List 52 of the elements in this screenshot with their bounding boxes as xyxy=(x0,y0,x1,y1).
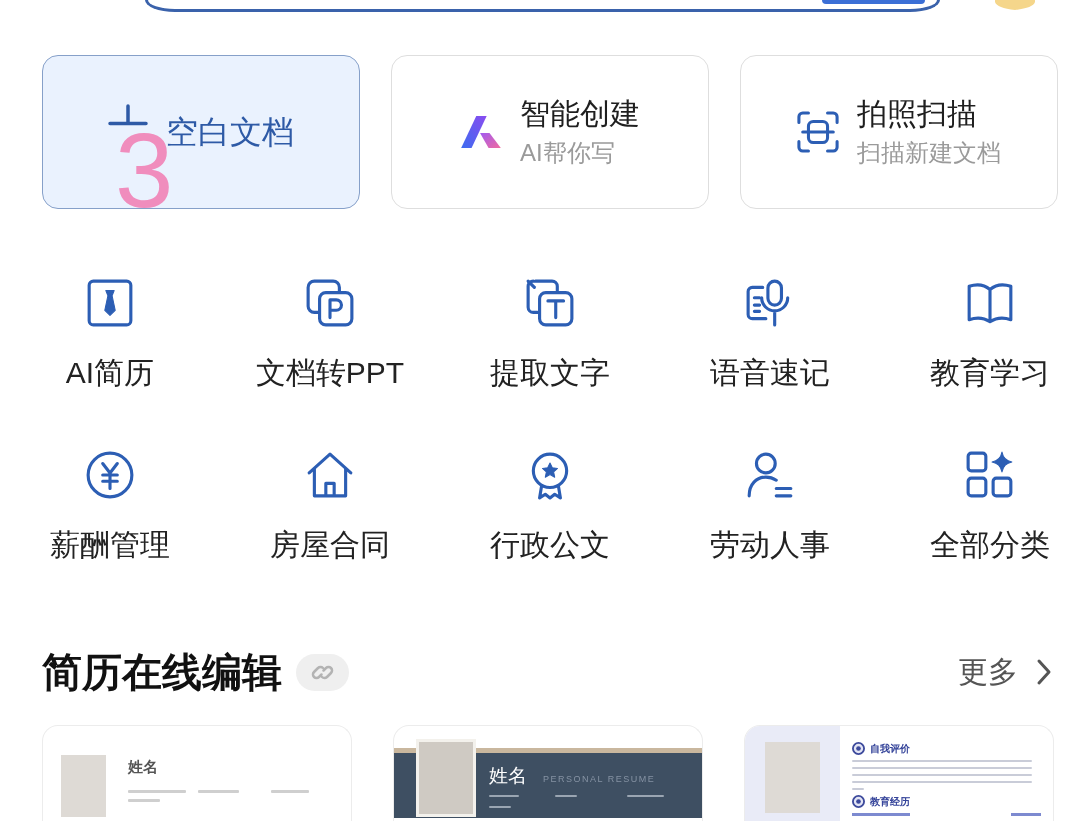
link-icon[interactable] xyxy=(296,653,349,691)
category-button[interactable]: 全部分类 xyxy=(910,450,1070,562)
resume-name: 姓名 xyxy=(489,765,527,787)
search-button[interactable] xyxy=(822,0,925,4)
chevron-right-icon xyxy=(1036,658,1052,686)
shield-icon xyxy=(995,0,1035,10)
text-line xyxy=(555,795,577,797)
category-button[interactable]: AI简历 xyxy=(30,278,190,390)
category-button[interactable]: 房屋合同 xyxy=(250,450,410,562)
category-button[interactable]: 提取文字 xyxy=(470,278,630,390)
gradient-logo-icon xyxy=(460,115,502,149)
category-button[interactable]: 语音速记 xyxy=(690,278,850,390)
resume-template-card[interactable]: 姓名 PERSONAL RESUME xyxy=(393,725,703,821)
text-line xyxy=(627,795,664,797)
section-icon xyxy=(852,742,865,755)
search-field[interactable] xyxy=(145,0,940,12)
category-button[interactable]: 薪酬管理 xyxy=(30,450,190,562)
tie-document-icon xyxy=(85,278,135,328)
section-heading: 自我评价 xyxy=(870,742,910,755)
resume-subtitle: PERSONAL RESUME xyxy=(543,773,656,785)
section-icon xyxy=(852,795,865,808)
text-line xyxy=(852,788,864,790)
scan-button[interactable]: 拍照扫描 扫描新建文档 xyxy=(740,55,1058,209)
text-line xyxy=(489,795,519,797)
section-title: 简历在线编辑 xyxy=(42,649,282,696)
ai-create-button[interactable]: 智能创建 AI帮你写 xyxy=(391,55,709,209)
ppt-document-icon xyxy=(305,278,355,328)
category-button[interactable]: 行政公文 xyxy=(470,450,630,562)
photo-placeholder xyxy=(61,755,106,817)
photo-placeholder xyxy=(765,742,820,813)
yen-coin-icon xyxy=(85,450,135,500)
text-line xyxy=(128,799,160,802)
person-list-icon xyxy=(745,450,795,500)
more-link[interactable]: 更多 xyxy=(958,654,1052,690)
plus-icon xyxy=(108,104,148,126)
category-button[interactable]: 教育学习 xyxy=(910,278,1070,390)
grid-sparkle-icon xyxy=(965,450,1015,500)
text-line xyxy=(198,790,239,793)
resume-template-card[interactable]: 自我评价 教育经历 xyxy=(744,725,1054,821)
text-line xyxy=(128,790,186,793)
text-document-icon xyxy=(525,278,575,328)
resume-name: 姓名 xyxy=(128,758,158,776)
section-heading: 教育经历 xyxy=(870,795,910,808)
text-line xyxy=(852,813,910,816)
resume-template-card[interactable]: 姓名 xyxy=(42,725,352,821)
text-line xyxy=(1011,813,1041,816)
house-icon xyxy=(305,450,355,500)
category-button[interactable]: 劳动人事 xyxy=(690,450,850,562)
category-button[interactable]: 文档转PPT xyxy=(250,278,410,390)
scan-icon xyxy=(797,110,839,154)
text-line xyxy=(271,790,309,793)
text-line xyxy=(489,806,511,808)
